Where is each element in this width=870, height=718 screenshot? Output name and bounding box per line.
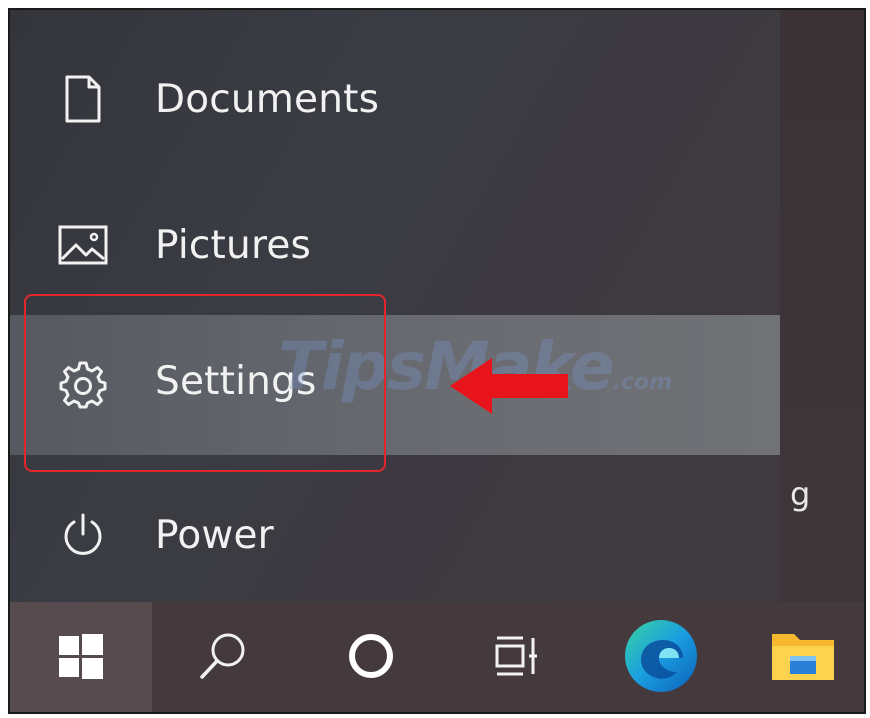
- highlight-box: [24, 294, 386, 472]
- task-view-icon: [493, 632, 541, 684]
- menu-item-label: Pictures: [155, 222, 312, 268]
- menu-item-documents[interactable]: Documents: [10, 54, 780, 144]
- menu-item-power[interactable]: Power: [10, 490, 780, 580]
- tiles-panel: g: [780, 10, 864, 602]
- search-icon: [197, 630, 249, 686]
- search-button[interactable]: [152, 602, 294, 712]
- power-icon: [55, 507, 111, 563]
- cortana-icon: [346, 631, 396, 685]
- taskbar: [10, 602, 864, 712]
- screenshot-frame: Documents Pictures Settings Power TipsMa…: [8, 8, 866, 714]
- pictures-icon: [55, 217, 111, 273]
- menu-item-label: Power: [155, 512, 274, 558]
- watermark-domain: .com: [612, 370, 673, 395]
- edge-button[interactable]: [590, 602, 732, 712]
- start-button[interactable]: [10, 602, 152, 712]
- menu-item-label: Documents: [155, 76, 380, 122]
- cortana-button[interactable]: [300, 602, 442, 712]
- file-explorer-button[interactable]: [732, 602, 864, 712]
- folder-icon: [768, 626, 838, 690]
- start-menu: Documents Pictures Settings Power TipsMa…: [10, 10, 780, 602]
- edge-icon: [623, 618, 699, 698]
- task-view-button[interactable]: [446, 602, 588, 712]
- windows-logo-icon: [57, 632, 105, 684]
- document-icon: [55, 71, 111, 127]
- partial-tile-text: g: [790, 475, 811, 513]
- menu-item-pictures[interactable]: Pictures: [10, 200, 780, 290]
- arrow-left-icon: [450, 358, 568, 414]
